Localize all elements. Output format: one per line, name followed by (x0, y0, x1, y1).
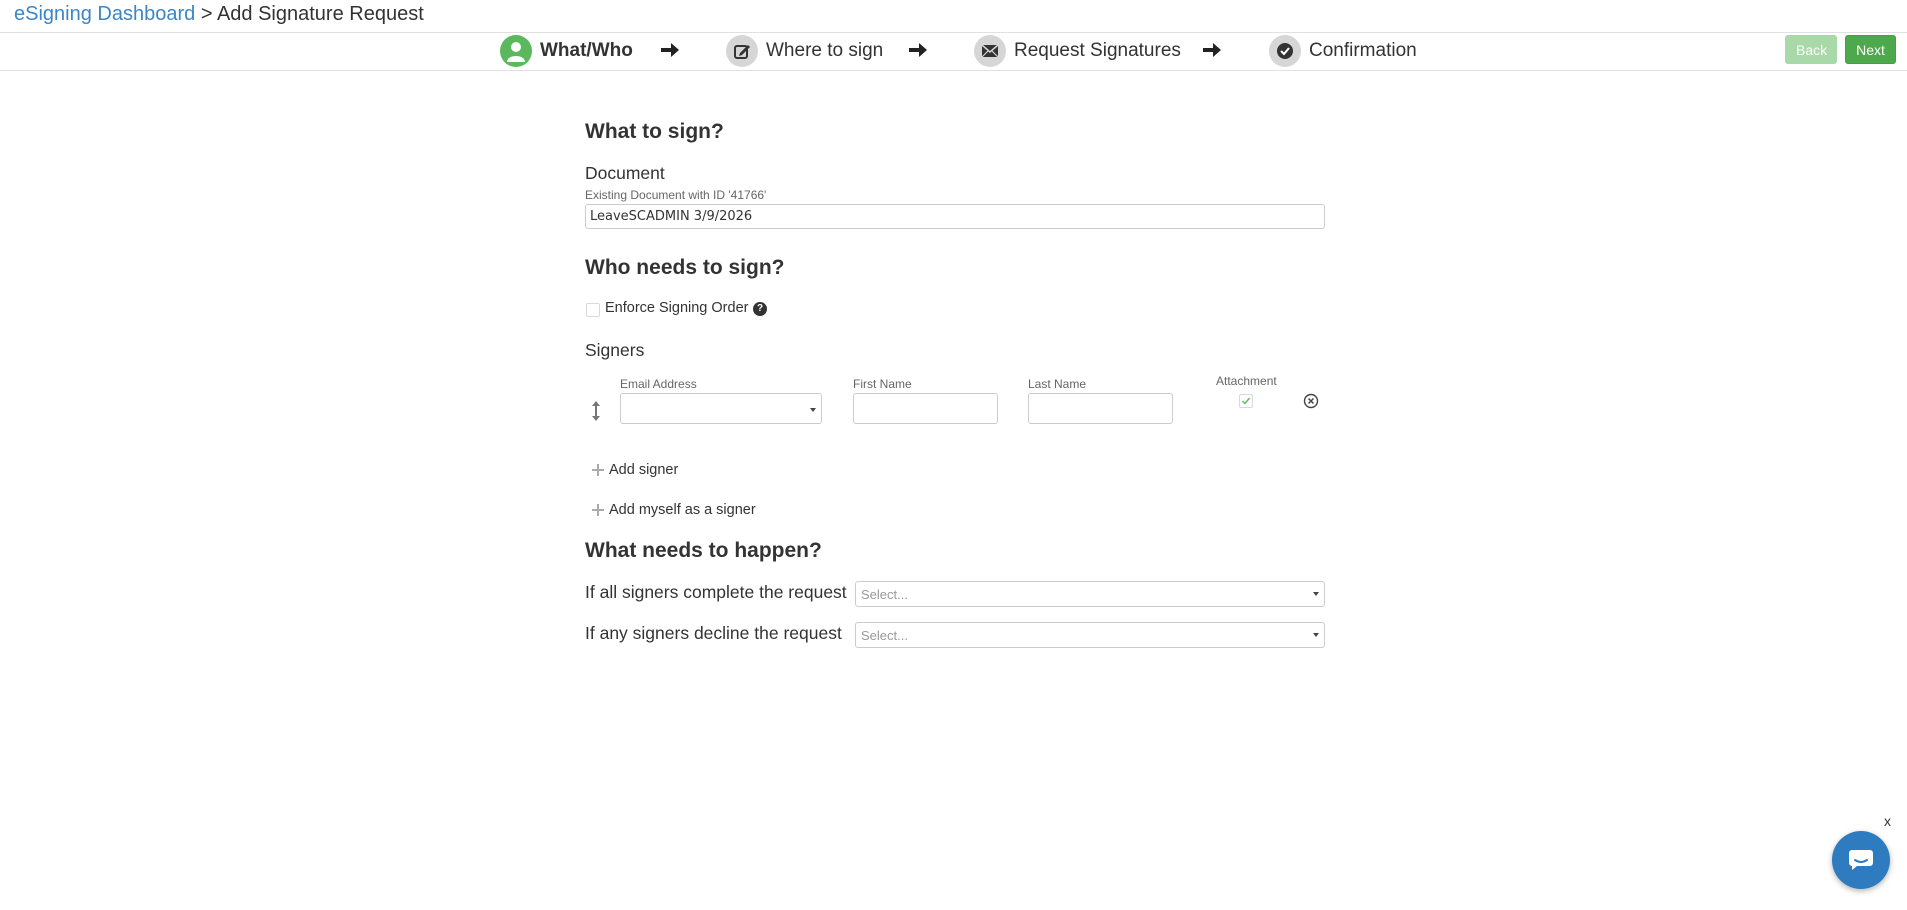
last-name-column-header: Last Name (1028, 377, 1087, 391)
envelope-icon (974, 35, 1006, 67)
attachment-column-header: Attachment (1216, 374, 1277, 388)
document-field[interactable]: LeaveSCADMIN 3/9/2026 (585, 204, 1325, 229)
step-label: Confirmation (1309, 40, 1417, 61)
select-placeholder: Select... (861, 587, 908, 602)
breadcrumb: eSigning Dashboard > Add Signature Reque… (14, 2, 424, 26)
step-request-signatures[interactable]: Request Signatures (974, 34, 1181, 68)
select-placeholder: Select... (861, 628, 908, 643)
chat-close-button[interactable]: x (1884, 813, 1891, 829)
add-myself-label: Add myself as a signer (609, 502, 756, 518)
step-what-who[interactable]: What/Who (500, 34, 633, 68)
add-myself-link[interactable]: Add myself as a signer (592, 500, 756, 520)
signer-email-select[interactable] (620, 393, 822, 424)
drag-handle-icon[interactable] (590, 400, 602, 422)
decline-action-select[interactable]: Select... (855, 622, 1325, 648)
document-label: Document (585, 163, 665, 183)
what-to-sign-heading: What to sign? (585, 120, 724, 143)
who-needs-to-sign-heading: Who needs to sign? (585, 256, 785, 279)
step-label: Request Signatures (1014, 40, 1181, 61)
question-circle-icon[interactable]: ? (753, 302, 767, 316)
chevron-down-icon (810, 408, 816, 412)
add-signer-label: Add signer (609, 462, 679, 478)
wizard-steps-bar: What/Who Where to sign Request Signature… (0, 32, 1907, 71)
first-name-column-header: First Name (853, 377, 912, 391)
signer-first-name-input[interactable] (853, 393, 998, 424)
document-hint: Existing Document with ID '41766' (585, 188, 767, 202)
remove-signer-icon[interactable] (1303, 393, 1319, 409)
breadcrumb-separator: > (200, 3, 213, 25)
step-label: What/Who (540, 40, 633, 61)
chat-icon (1849, 850, 1873, 870)
add-signer-link[interactable]: Add signer (592, 460, 678, 480)
arrow-right-icon (1203, 43, 1221, 57)
plus-icon (592, 464, 604, 476)
page-title: Add Signature Request (216, 3, 424, 25)
plus-icon (592, 504, 604, 516)
attachment-checkbox[interactable] (1239, 394, 1253, 408)
back-button[interactable]: Back (1785, 35, 1837, 64)
user-icon (500, 35, 532, 67)
complete-action-select[interactable]: Select... (855, 581, 1325, 607)
check-icon (1242, 397, 1251, 405)
enforce-signing-order-label: Enforce Signing Order (605, 300, 749, 316)
chat-button[interactable] (1832, 831, 1890, 889)
chevron-down-icon (1313, 633, 1319, 637)
edit-icon (726, 35, 758, 67)
arrow-right-icon (661, 43, 679, 57)
complete-action-label: If all signers complete the request (585, 582, 847, 602)
check-circle-icon (1269, 35, 1301, 67)
chevron-down-icon (1313, 592, 1319, 596)
signers-label: Signers (585, 340, 645, 360)
signer-last-name-input[interactable] (1028, 393, 1173, 424)
next-button[interactable]: Next (1845, 35, 1896, 64)
step-label: Where to sign (766, 40, 884, 61)
step-confirmation[interactable]: Confirmation (1269, 34, 1417, 68)
decline-action-label: If any signers decline the request (585, 623, 842, 643)
breadcrumb-dashboard-link[interactable]: eSigning Dashboard (14, 3, 195, 25)
what-needs-to-happen-heading: What needs to happen? (585, 539, 822, 562)
email-column-header: Email Address (620, 377, 697, 391)
arrow-right-icon (909, 43, 927, 57)
step-where-to-sign[interactable]: Where to sign (726, 34, 883, 68)
enforce-signing-order-checkbox[interactable] (586, 303, 600, 317)
